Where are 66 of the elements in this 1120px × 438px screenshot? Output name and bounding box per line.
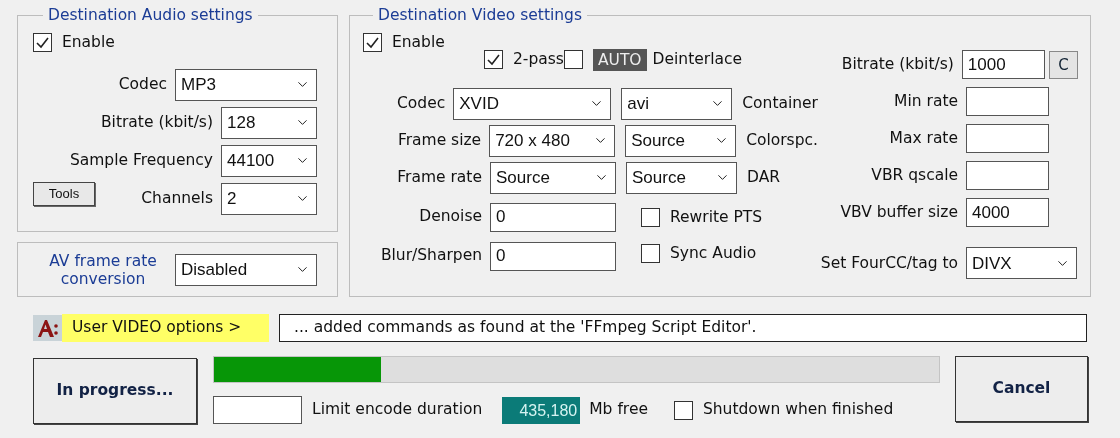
input-field[interactable] xyxy=(966,87,1049,117)
checkbox-label: Sync Audio xyxy=(670,242,757,264)
field-label: Codec xyxy=(397,92,446,114)
tools-button[interactable]: Tools xyxy=(33,181,95,206)
field-label: Set FourCC/tag to xyxy=(820,252,958,274)
checkbox[interactable] xyxy=(484,50,503,69)
checkbox[interactable] xyxy=(33,33,52,53)
field-label: Colorspc. xyxy=(746,129,818,151)
auto-badge: AUTO xyxy=(592,48,647,71)
checkbox[interactable] xyxy=(363,33,382,53)
field-label: Sample Frequency xyxy=(69,149,213,171)
checkbox[interactable] xyxy=(673,400,693,420)
field-label: Frame rate xyxy=(397,166,482,188)
field-label: Max rate xyxy=(889,128,958,150)
dropdown[interactable]: avi xyxy=(621,87,733,120)
input-field[interactable]: 1000 xyxy=(961,50,1045,80)
dropdown[interactable]: Source xyxy=(490,161,616,194)
dropdown[interactable]: Source xyxy=(625,124,737,157)
dropdown[interactable]: XVID xyxy=(453,87,612,120)
group-title: Destination Audio settings xyxy=(47,5,254,26)
field-label: Bitrate (kbit/s) xyxy=(100,111,213,133)
field-label: Denoise xyxy=(419,206,482,228)
input-field[interactable]: 0 xyxy=(490,241,616,271)
field-label: VBR qscale xyxy=(871,165,958,187)
input-field[interactable] xyxy=(213,396,302,424)
user-options-button[interactable]: User VIDEO options > xyxy=(62,314,269,342)
dropdown[interactable]: 2 xyxy=(221,182,317,215)
free-space-value: 435,180 xyxy=(502,396,581,424)
script-icon xyxy=(33,315,62,341)
field-label: Channels xyxy=(141,187,213,209)
field-label: Min rate xyxy=(894,91,958,113)
checkbox-label: Enable xyxy=(392,32,445,54)
field-label: Blur/Sharpen xyxy=(380,245,482,267)
input-field[interactable] xyxy=(966,161,1049,191)
field-label: Codec xyxy=(118,73,167,95)
field-label: Bitrate (kbit/s) xyxy=(841,54,954,76)
status-button[interactable]: In progress... xyxy=(33,358,197,424)
group-title: Destination Video settings xyxy=(377,5,584,26)
field-label: DAR xyxy=(747,166,781,188)
command-field[interactable]: ... added commands as found at the 'FFmpeg Script Editor'. xyxy=(279,314,1087,342)
checkbox-label: Shutdown when finished xyxy=(702,399,894,421)
input-field[interactable]: 0 xyxy=(490,202,616,232)
input-field[interactable]: 4000 xyxy=(966,198,1049,228)
checkbox[interactable] xyxy=(641,243,660,263)
input-field[interactable] xyxy=(966,124,1049,154)
field-label: Limit encode duration xyxy=(312,399,483,421)
dropdown[interactable]: Disabled xyxy=(175,253,317,286)
dropdown[interactable]: 128 xyxy=(221,106,317,139)
dropdown[interactable]: 720 x 480 xyxy=(489,124,616,157)
checkbox-label: Deinterlace xyxy=(652,48,743,70)
checkbox-label: Rewrite PTS xyxy=(670,206,763,228)
dropdown[interactable]: 44100 xyxy=(221,144,317,177)
checkbox[interactable] xyxy=(563,50,583,69)
field-label: Container xyxy=(742,92,818,114)
field-label: Frame size xyxy=(397,129,482,151)
field-label: AV frame rate conversion xyxy=(48,251,158,288)
cancel-button[interactable]: Cancel xyxy=(955,356,1088,422)
checkbox-label: 2-pass xyxy=(513,48,564,70)
dropdown[interactable]: MP3 xyxy=(175,68,317,101)
checkbox-label: Enable xyxy=(62,32,115,54)
dropdown[interactable]: Source xyxy=(626,161,737,194)
checkbox[interactable] xyxy=(641,207,660,227)
c-button[interactable]: C xyxy=(1048,50,1078,79)
field-label: Mb free xyxy=(589,399,648,421)
field-label: VBV buffer size xyxy=(840,202,958,224)
dropdown[interactable]: DIVX xyxy=(966,247,1077,280)
